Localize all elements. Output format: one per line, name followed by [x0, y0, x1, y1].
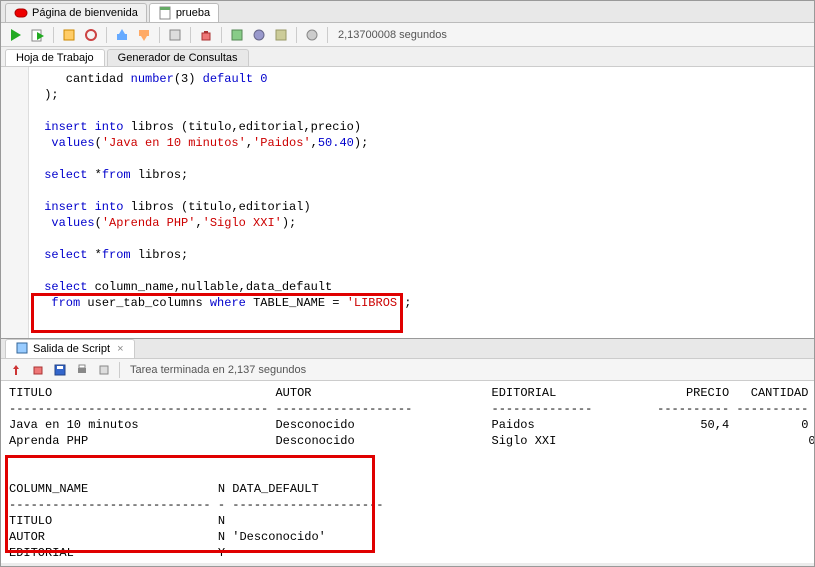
table-row: Java en 10 minutos Desconocido Paidos 50…: [9, 418, 808, 432]
editor-gutter: [1, 67, 29, 338]
sql-editor[interactable]: cantidad number(3) default 0 ); insert i…: [1, 67, 814, 339]
table-row: Aprenda PHP Desconocido Siglo XXI 0: [9, 434, 814, 448]
output-toolbar: Tarea terminada en 2,137 segundos: [1, 359, 814, 381]
tab-prueba[interactable]: prueba: [149, 3, 219, 22]
output-tabs: Salida de Script ×: [1, 339, 814, 359]
autotrace-button[interactable]: [82, 26, 100, 44]
table-row: AUTOR N 'Desconocido': [9, 530, 326, 544]
results-dash-row: ------------------------------------ ---…: [9, 402, 808, 416]
table-row: TITULO N: [9, 514, 225, 528]
sql-code[interactable]: cantidad number(3) default 0 ); insert i…: [1, 67, 814, 315]
toolbar-misc-3[interactable]: [303, 26, 321, 44]
output-misc-button[interactable]: [95, 361, 113, 379]
toolbar-separator: [159, 27, 160, 43]
toolbar-misc-1[interactable]: [250, 26, 268, 44]
toolbar-separator: [190, 27, 191, 43]
table-row: PRECIO Y: [9, 562, 225, 563]
toolbar-separator: [296, 27, 297, 43]
close-tab-icon[interactable]: ×: [117, 343, 123, 355]
oracle-icon: [14, 6, 28, 20]
worksheet-subtabs: Hoja de Trabajo Generador de Consultas: [1, 47, 814, 67]
tab-welcome-label: Página de bienvenida: [32, 7, 138, 19]
rollback-button[interactable]: [135, 26, 153, 44]
worksheet-icon: [158, 6, 172, 20]
toolbar-misc-2[interactable]: [272, 26, 290, 44]
subtab-querybuilder[interactable]: Generador de Consultas: [107, 49, 249, 66]
toolbar-status-text: 2,13700008 segundos: [334, 29, 447, 41]
toolbar-separator: [327, 27, 328, 43]
toolbar-separator: [119, 362, 120, 378]
sql-history-button[interactable]: [228, 26, 246, 44]
pin-button[interactable]: [7, 361, 25, 379]
run-button[interactable]: [7, 26, 25, 44]
clear-output-button[interactable]: [29, 361, 47, 379]
unshared-button[interactable]: [166, 26, 184, 44]
toolbar-separator: [106, 27, 107, 43]
tab-script-output[interactable]: Salida de Script ×: [5, 339, 135, 358]
table-row: EDITORIAL Y: [9, 546, 225, 560]
tab-script-output-label: Salida de Script: [33, 343, 110, 355]
print-output-button[interactable]: [73, 361, 91, 379]
subtab-worksheet[interactable]: Hoja de Trabajo: [5, 49, 105, 66]
toolbar-separator: [53, 27, 54, 43]
save-output-button[interactable]: [51, 361, 69, 379]
results2-header-row: COLUMN_NAME N DATA_DEFAULT: [9, 482, 319, 496]
main-toolbar: 2,13700008 segundos: [1, 23, 814, 47]
run-script-button[interactable]: [29, 26, 47, 44]
results-header-row: TITULO AUTOR EDITORIAL PRECIO CANTIDAD: [9, 386, 808, 400]
output-status-text: Tarea terminada en 2,137 segundos: [126, 364, 306, 376]
tab-welcome[interactable]: Página de bienvenida: [5, 3, 147, 22]
script-output-area[interactable]: TITULO AUTOR EDITORIAL PRECIO CANTIDAD -…: [1, 381, 814, 563]
toolbar-separator: [221, 27, 222, 43]
tab-prueba-label: prueba: [176, 7, 210, 19]
results2-dash-row: ---------------------------- - ---------…: [9, 498, 383, 512]
commit-button[interactable]: [113, 26, 131, 44]
document-tabs: Página de bienvenida prueba: [1, 1, 814, 23]
clear-button[interactable]: [197, 26, 215, 44]
script-output-icon: [16, 342, 30, 356]
explain-plan-button[interactable]: [60, 26, 78, 44]
